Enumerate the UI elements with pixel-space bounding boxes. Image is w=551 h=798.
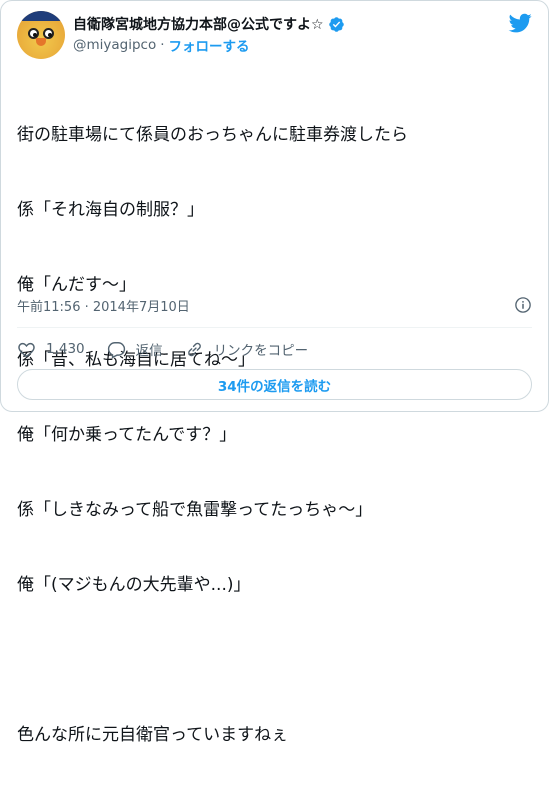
like-button[interactable]: 1,430 xyxy=(17,340,85,359)
tweet-line: 色んな所に元自衛官っていますねぇ xyxy=(17,725,289,745)
copy-link-label: リンクをコピー xyxy=(213,343,309,359)
author-name[interactable]: 自衛隊宮城地方協力本部@公式ですよ☆ xyxy=(73,14,324,34)
author-handle[interactable]: @miyagipco xyxy=(73,37,156,53)
tweet-line: 街の駐車場にて係員のおっちゃんに駐車券渡したら xyxy=(17,125,408,145)
tweet-line: 係「しきなみって船で魚雷撃ってたっちゃ〜」 xyxy=(17,500,373,520)
verified-badge-icon xyxy=(328,16,344,32)
tweet-line: 係「それ海自の制服？」 xyxy=(17,200,204,220)
avatar[interactable] xyxy=(17,11,65,59)
twitter-bird-icon[interactable] xyxy=(508,11,532,35)
tweet-text: 街の駐車場にて係員のおっちゃんに駐車券渡したら 係「それ海自の制服？」 俺「んだ… xyxy=(17,73,532,798)
link-icon xyxy=(187,342,201,356)
tweet-line: 俺「(マジもんの大先輩や...)」 xyxy=(17,575,251,595)
reply-button[interactable]: 返信 xyxy=(107,339,163,359)
tweet-timestamp[interactable]: 午前11:56 · 2014年7月10日 xyxy=(17,300,190,315)
reply-label: 返信 xyxy=(135,343,163,359)
reply-icon xyxy=(107,341,125,359)
divider xyxy=(17,327,532,328)
author-info: 自衛隊宮城地方協力本部@公式ですよ☆ @miyagipco · フォローする xyxy=(73,14,345,55)
tweet-line: 俺「んだす〜」 xyxy=(17,275,136,295)
tweet-card: 自衛隊宮城地方協力本部@公式ですよ☆ @miyagipco · フォローする 街… xyxy=(0,0,549,745)
tweet-meta: 午前11:56 · 2014年7月10日 xyxy=(17,296,532,316)
tweet-header: 自衛隊宮城地方協力本部@公式ですよ☆ @miyagipco · フォローする xyxy=(17,11,532,59)
heart-icon xyxy=(18,342,35,357)
info-icon[interactable] xyxy=(514,296,532,314)
separator-dot: · xyxy=(160,37,165,53)
copy-link-button[interactable]: リンクをコピー xyxy=(185,339,309,359)
follow-button[interactable]: フォローする xyxy=(169,35,250,55)
read-replies-button[interactable]: 34件の返信を読む xyxy=(17,369,532,400)
tweet-line: 俺「何か乗ってたんです？」 xyxy=(17,425,237,445)
like-count: 1,430 xyxy=(46,341,85,357)
tweet-actions: 1,430 返信 リンクをコピー xyxy=(17,338,330,360)
